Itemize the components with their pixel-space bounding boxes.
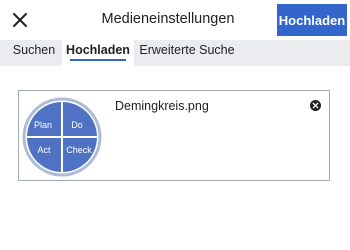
tab-label: Suchen [12,43,56,57]
remove-icon[interactable] [310,100,321,111]
quadrant-label-do: Do [71,120,83,130]
dialog-header: Medieneinstellungen Hochladen [0,0,350,40]
tab-upload[interactable]: Hochladen [62,40,134,66]
close-icon [13,13,27,27]
quadrant-label-plan: Plan [34,120,52,130]
tab-advanced-search[interactable]: Erweiterte Suche [136,40,238,66]
quadrant-label-act: Act [37,145,51,155]
file-card: Plan Do Act Check Demingkreis.png [18,90,330,181]
close-button[interactable] [6,6,34,34]
file-thumbnail: Plan Do Act Check [22,97,102,177]
quadrant-label-check: Check [66,145,92,155]
tab-bar: Suchen Hochladen Erweiterte Suche [0,40,350,66]
file-name: Demingkreis.png [115,99,209,113]
upload-button[interactable]: Hochladen [277,4,347,36]
dialog-title: Medieneinstellungen [101,11,235,27]
tab-label: Hochladen [66,43,130,57]
active-tab-indicator [70,59,126,61]
tab-label: Erweiterte Suche [139,43,235,57]
upload-panel: Plan Do Act Check Demingkreis.png [0,66,350,250]
tab-search[interactable]: Suchen [6,40,62,66]
